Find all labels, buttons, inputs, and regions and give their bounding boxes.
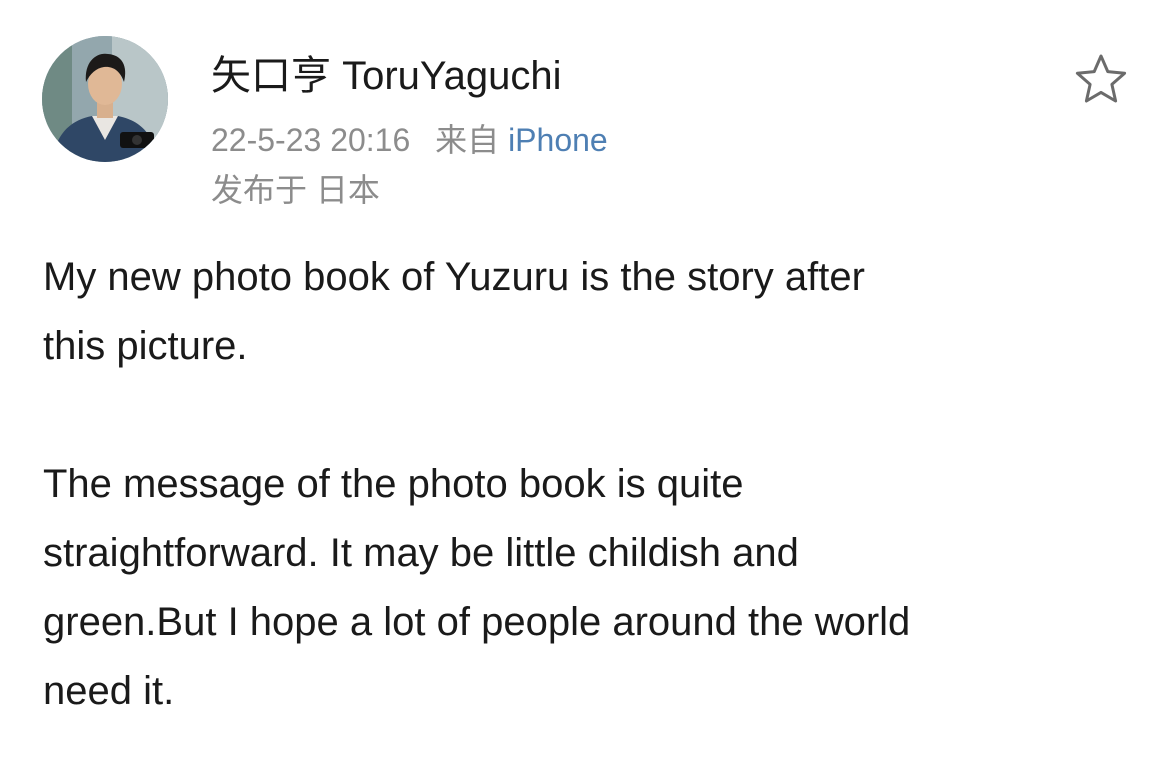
weibo-post: 矢口亨 ToruYaguchi 22-5-23 20:16 来自 iPhone … [0, 0, 1170, 769]
post-meta: 22-5-23 20:16 来自 iPhone [211, 118, 608, 162]
post-text-line: straightforward. It may be little childi… [43, 531, 799, 575]
post-text-line: My new photo book of Yuzuru is the story… [43, 255, 865, 299]
post-time: 22-5-23 20:16 [211, 122, 411, 158]
post-text-line: this picture. [43, 324, 248, 368]
post-body: My new photo book of Yuzuru is the story… [43, 243, 1133, 726]
author-name[interactable]: 矢口亨 ToruYaguchi [211, 50, 562, 102]
post-text-line: green.But I hope a lot of people around … [43, 600, 911, 644]
author-avatar[interactable] [42, 36, 168, 162]
source-link[interactable]: iPhone [508, 122, 608, 158]
source-prefix: 来自 [435, 122, 500, 158]
star-outline-icon [1075, 54, 1127, 103]
post-location: 发布于 日本 [211, 172, 380, 208]
post-text-line: The message of the photo book is quite [43, 462, 744, 506]
post-text-line: need it. [43, 669, 175, 713]
favorite-button[interactable] [1074, 52, 1128, 106]
